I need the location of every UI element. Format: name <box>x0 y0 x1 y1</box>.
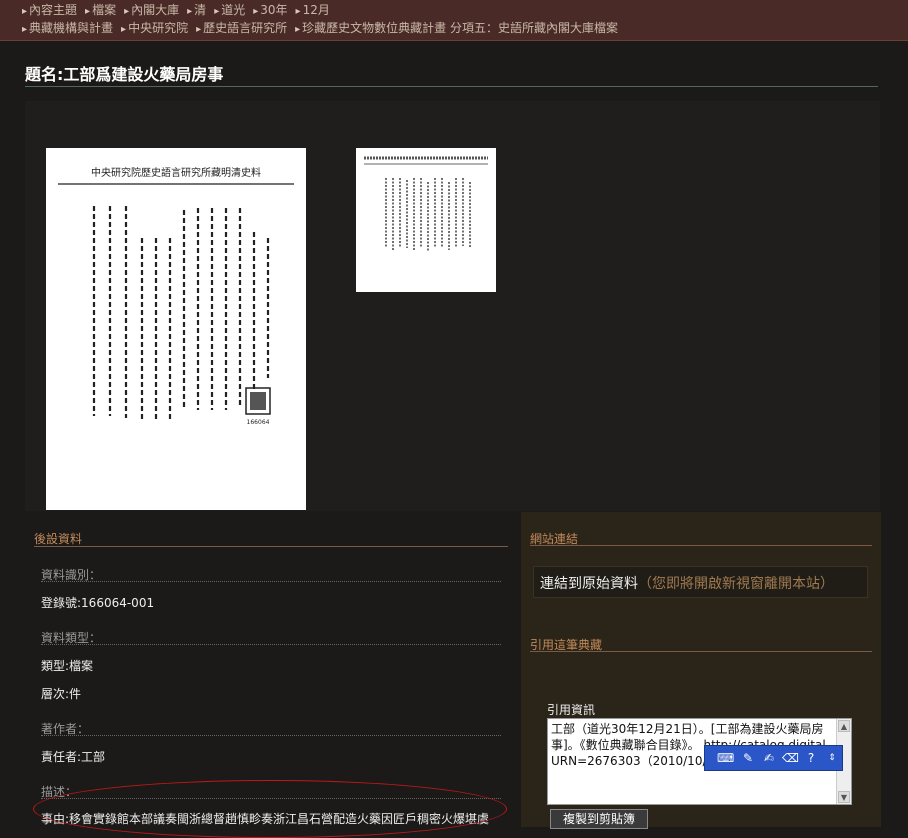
document-stamp-number: 166064 <box>247 419 270 426</box>
citation-label: 引用資訊 <box>547 703 596 717</box>
thumbnail-image[interactable] <box>356 148 496 292</box>
breadcrumb-link[interactable]: 中央研究院 <box>121 21 188 35</box>
metadata-section-title: 後設資料 <box>34 532 83 546</box>
author-value: 責任者:工部 <box>41 750 106 764</box>
eraser-icon[interactable]: ⌫ <box>782 750 799 766</box>
metadata-divider <box>34 546 508 547</box>
title-divider <box>25 86 878 87</box>
ime-toolbar[interactable]: ⌨ ✎ ✍ ⌫ ? ⇕ <box>704 745 843 771</box>
page-title: 題名:工部爲建設火藥局房事 <box>25 65 224 84</box>
copy-to-clipboard-button[interactable]: 複製到剪貼簿 <box>550 809 648 829</box>
document-header-text: 中央研究院歷史語言研究所藏明清史料 <box>91 166 261 179</box>
top-nav-bar: 內容主題檔案內閣大庫清道光 30年 12月 典藏機構與計畫中央研究院歷史語言研究所珍… <box>0 0 908 41</box>
pen-icon[interactable]: ✎ <box>740 750 756 766</box>
scroll-down-icon[interactable]: ▼ <box>838 791 850 803</box>
level-value: 層次:件 <box>41 687 82 701</box>
original-data-link-text[interactable]: 連結到原始資料 <box>540 576 638 592</box>
author-divider <box>41 735 501 736</box>
breadcrumb-link[interactable]: 12月 <box>296 3 330 17</box>
breadcrumb-topics: 內容主題檔案內閣大庫清道光 30年 12月 <box>22 1 338 18</box>
new-window-note: （您即將開啟新視窗離開本站） <box>638 576 834 592</box>
links-divider <box>530 545 872 546</box>
scroll-up-icon[interactable]: ▲ <box>838 720 850 732</box>
breadcrumb-link[interactable]: 珍藏歷史文物數位典藏計畫 分項五：史語所藏內閣大庫檔案 <box>295 21 618 35</box>
breadcrumb-institution: 典藏機構與計畫中央研究院歷史語言研究所珍藏歷史文物數位典藏計畫 分項五：史語所藏… <box>22 19 626 36</box>
help-icon[interactable]: ? <box>803 750 819 766</box>
breadcrumb-link[interactable]: 30年 <box>253 3 287 17</box>
citation-divider <box>530 651 872 652</box>
original-data-link[interactable]: 連結到原始資料（您即將開啟新視窗離開本站） <box>533 566 868 598</box>
handwriting-icon[interactable]: ✍ <box>761 750 777 766</box>
type-divider <box>41 644 501 645</box>
breadcrumb-link[interactable]: 清 <box>187 3 206 17</box>
breadcrumb-link[interactable]: 內閣大庫 <box>124 3 179 17</box>
highlight-annotation-oval <box>33 780 507 838</box>
breadcrumb-link[interactable]: 內容主題 <box>22 3 77 17</box>
type-value: 類型:檔案 <box>41 659 94 673</box>
keyboard-icon[interactable]: ⌨ <box>717 750 734 766</box>
id-value: 登錄號:166064-001 <box>41 596 155 610</box>
breadcrumb-link[interactable]: 歷史語言研究所 <box>196 21 287 35</box>
options-chevron-icon[interactable]: ⇕ <box>824 750 840 766</box>
breadcrumb-link[interactable]: 檔案 <box>85 3 116 17</box>
breadcrumb-link[interactable]: 道光 <box>214 3 245 17</box>
document-image[interactable]: 中央研究院歷史語言研究所藏明清史料 166064 <box>46 148 306 510</box>
id-divider <box>41 581 501 582</box>
breadcrumb-link[interactable]: 典藏機構與計畫 <box>22 21 113 35</box>
